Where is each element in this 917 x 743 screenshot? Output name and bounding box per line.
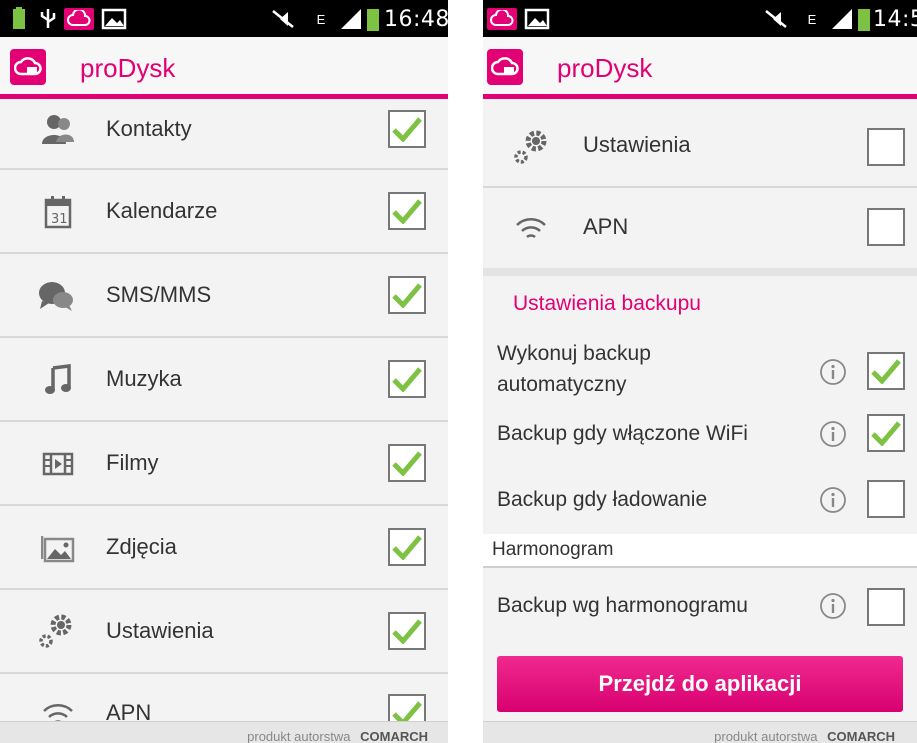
list-item-settings[interactable]: Ustawienia — [0, 590, 448, 674]
schedule-section-header: Harmonogram — [483, 534, 917, 568]
battery-level-icon — [366, 8, 380, 31]
signal-icon — [338, 8, 364, 30]
list-item-label: Kontakty — [106, 116, 192, 141]
app-bar: proDysk — [0, 37, 448, 99]
footer: produkt autorstwa COMARCH — [0, 721, 448, 743]
network-type-icon: E — [807, 11, 817, 27]
checkbox-settings[interactable] — [867, 128, 905, 166]
checkbox-contacts[interactable] — [388, 110, 426, 148]
image-notification-icon — [100, 8, 128, 30]
checkbox-apn[interactable] — [388, 694, 426, 721]
checkbox-settings[interactable] — [388, 612, 426, 650]
network-type-icon: E — [316, 11, 326, 27]
status-bar: E 14:52 — [483, 0, 917, 37]
info-icon[interactable] — [819, 486, 847, 514]
list-item-contacts[interactable]: Kontakty — [0, 104, 448, 170]
chat-icon — [36, 276, 76, 316]
setting-schedule-backup-label: Backup wg harmonogramu — [497, 594, 748, 617]
list-item-photos[interactable]: Zdjęcia — [0, 506, 448, 590]
checkbox-music[interactable] — [388, 360, 426, 398]
list-item-label: SMS/MMS — [106, 282, 212, 307]
app-title: proDysk — [80, 53, 176, 83]
app-title: proDysk — [557, 53, 653, 83]
usb-icon — [36, 8, 60, 30]
screen-left: E 16:48 proDysk Kontakty 31 Kalendarze S… — [0, 0, 448, 743]
info-icon[interactable] — [819, 592, 847, 620]
svg-text:31: 31 — [51, 212, 68, 227]
list-item-label: APN — [106, 700, 152, 721]
checkbox-wifi-backup[interactable] — [867, 414, 905, 452]
setting-charging-backup-label: Backup gdy ładowanie — [497, 488, 708, 511]
list-item-label: Muzyka — [106, 366, 182, 391]
wifi-icon — [38, 694, 78, 721]
mute-icon — [270, 8, 296, 30]
schedule-section-title: Harmonogram — [492, 539, 614, 560]
checkbox-auto-backup[interactable] — [867, 352, 905, 390]
app-logo-icon — [487, 49, 523, 85]
calendar-icon: 31 — [38, 192, 78, 232]
info-icon[interactable] — [819, 420, 847, 448]
checkbox-charging-backup[interactable] — [867, 480, 905, 518]
checkbox-schedule-backup[interactable] — [867, 588, 905, 626]
info-icon[interactable] — [819, 358, 847, 386]
battery-icon — [8, 7, 30, 30]
gear-icon — [36, 610, 76, 650]
list-item-settings[interactable]: Ustawienia — [483, 104, 917, 188]
footer-text: produkt autorstwa — [714, 729, 818, 743]
list-item-label: Filmy — [106, 450, 159, 475]
checkbox-films[interactable] — [388, 444, 426, 482]
list-item-sms[interactable]: SMS/MMS — [0, 254, 448, 338]
go-to-app-button[interactable]: Przejdź do aplikacji — [497, 656, 903, 712]
app-bar: proDysk — [483, 37, 917, 99]
status-bar: E 16:48 — [0, 0, 448, 37]
checkbox-sms[interactable] — [388, 276, 426, 314]
signal-icon — [829, 8, 855, 30]
list-item-label: Ustawienia — [583, 132, 691, 157]
screen-right: E 14:52 proDysk Ustawienia APN Ustawieni… — [483, 0, 917, 743]
list-item-films[interactable]: Filmy — [0, 422, 448, 506]
list-item-apn[interactable]: APN — [0, 674, 448, 721]
footer-brand: COMARCH — [827, 729, 895, 743]
footer-brand: COMARCH — [360, 729, 428, 743]
image-notification-icon — [523, 8, 551, 30]
list-item-label: Ustawienia — [106, 618, 214, 643]
app-logo-icon — [10, 49, 46, 85]
backup-section-title: Ustawienia backupu — [513, 292, 701, 315]
footer: produkt autorstwa COMARCH — [483, 721, 917, 743]
setting-wifi-backup-label: Backup gdy włączone WiFi — [497, 422, 748, 445]
gear-icon — [511, 126, 551, 166]
mute-icon — [763, 8, 789, 30]
list-item-label: Zdjęcia — [106, 534, 177, 559]
list-item-music[interactable]: Muzyka — [0, 338, 448, 422]
film-icon — [38, 444, 78, 484]
status-time: 16:48 — [384, 7, 448, 32]
photo-icon — [38, 528, 78, 568]
music-icon — [38, 360, 78, 400]
setting-auto-backup-label: Wykonuj backup automatyczny — [497, 342, 651, 396]
list-item-label: APN — [583, 214, 629, 239]
category-list: Kontakty 31 Kalendarze SMS/MMS Muzyka Fi… — [0, 104, 448, 721]
section-divider — [483, 268, 917, 276]
checkbox-calendars[interactable] — [388, 192, 426, 230]
checkbox-apn[interactable] — [867, 208, 905, 246]
app-notification-icon — [64, 8, 94, 30]
wifi-icon — [511, 208, 551, 248]
list-item-apn[interactable]: APN — [483, 188, 917, 268]
status-time: 14:52 — [873, 7, 917, 32]
list-item-calendars[interactable]: 31 Kalendarze — [0, 170, 448, 254]
list-item-label: Kalendarze — [106, 198, 218, 223]
footer-text: produkt autorstwa — [247, 729, 351, 743]
contacts-icon — [38, 110, 78, 150]
battery-level-icon — [857, 8, 871, 31]
app-notification-icon — [487, 8, 517, 30]
checkbox-photos[interactable] — [388, 528, 426, 566]
